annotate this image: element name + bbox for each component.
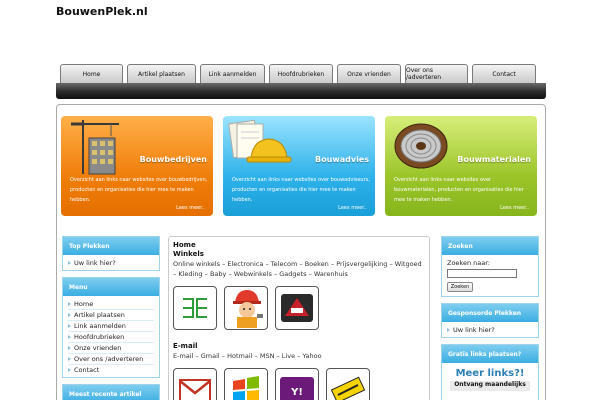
feature-description: Overzicht aan links naar websites over b… bbox=[394, 177, 524, 203]
nav-tab-contact[interactable]: Contact bbox=[472, 64, 536, 83]
bullet-icon bbox=[447, 328, 450, 332]
gmail-tile[interactable] bbox=[173, 368, 217, 400]
feature-title[interactable]: Bouwbedrijven bbox=[140, 155, 207, 164]
site-title[interactable]: BouwenPlek.nl bbox=[56, 5, 148, 18]
crane-building-icon bbox=[71, 120, 119, 175]
svg-text:Y!: Y! bbox=[290, 387, 303, 398]
nav-tab-link-aanmelden[interactable]: Link aanmelden bbox=[200, 64, 265, 83]
free-links-box: Gratis links plaatsen? Meer links?! Ontv… bbox=[441, 344, 539, 400]
feature-description: Overzicht aan links naar websites over b… bbox=[70, 177, 208, 203]
list-item[interactable]: Uw link hier? bbox=[68, 258, 154, 268]
left-sidebar: Top Plekken Uw link hier? Menu Home Arti… bbox=[62, 236, 160, 400]
feature-title[interactable]: Bouwmaterialen bbox=[457, 155, 531, 164]
read-more-link[interactable]: Lees meer.. bbox=[176, 205, 205, 211]
email-tiles: Y! bbox=[173, 368, 425, 400]
bullet-icon bbox=[68, 335, 71, 339]
windows-icon bbox=[233, 376, 259, 400]
winkels-tiles bbox=[173, 286, 425, 330]
gmail-icon bbox=[179, 379, 211, 400]
menu-item-link-aanmelden[interactable]: Link aanmelden bbox=[68, 321, 154, 332]
windows-tile[interactable] bbox=[224, 368, 268, 400]
main-content: Home Winkels Online winkels – Electronic… bbox=[168, 236, 430, 400]
promo-subline: Ontvang maandelijks bbox=[450, 381, 530, 391]
bullet-icon bbox=[68, 368, 71, 372]
right-sidebar: Zoeken Zoeken naar: Zoeken Gesponsorde P… bbox=[441, 236, 539, 400]
nav-tabs: Home Artikel plaatsen Link aanmelden Hoo… bbox=[56, 64, 546, 83]
hardhat-documents-icon bbox=[228, 119, 292, 163]
menu-item-home[interactable]: Home bbox=[68, 299, 154, 310]
menu-item-label[interactable]: Hoofdrubrieken bbox=[74, 332, 124, 342]
menu-item-label[interactable]: Home bbox=[74, 299, 93, 309]
list-item[interactable]: Uw link hier? bbox=[447, 325, 533, 335]
recent-articles-box: Meest recente artikel bbox=[62, 384, 160, 400]
section-title-winkels: Winkels bbox=[173, 250, 204, 258]
feature-bouwadvies[interactable]: Bouwadvies Overzicht aan links naar webs… bbox=[223, 116, 375, 216]
main-navigation: Home Artikel plaatsen Link aanmelden Hoo… bbox=[56, 64, 546, 99]
menu-heading: Menu bbox=[63, 278, 159, 296]
page-title: Home bbox=[173, 241, 196, 249]
link-label[interactable]: Uw link hier? bbox=[74, 258, 116, 268]
cable-reel-icon bbox=[394, 123, 448, 169]
worker-cartoon-icon bbox=[233, 290, 263, 328]
read-more-link[interactable]: Lees meer.. bbox=[500, 205, 529, 211]
menu-list: Home Artikel plaatsen Link aanmelden Hoo… bbox=[63, 296, 159, 377]
search-label: Zoeken naar: bbox=[447, 259, 490, 267]
free-links-heading: Gratis links plaatsen? bbox=[442, 345, 538, 363]
menu-item-label[interactable]: Artikel plaatsen bbox=[74, 310, 125, 320]
search-box: Zoeken Zoeken naar: Zoeken bbox=[441, 236, 539, 297]
bullet-icon bbox=[68, 302, 71, 306]
nav-tab-over-ons[interactable]: Over ons /adverteren bbox=[405, 64, 468, 83]
worker-cartoon-tile[interactable] bbox=[224, 286, 268, 330]
yahoo-icon: Y! bbox=[280, 377, 314, 400]
bullet-icon bbox=[68, 357, 71, 361]
search-heading: Zoeken bbox=[442, 237, 538, 255]
read-more-link[interactable]: Lees meer.. bbox=[338, 205, 367, 211]
sponsored-list: Uw link hier? bbox=[442, 322, 538, 337]
menu-item-artikel-plaatsen[interactable]: Artikel plaatsen bbox=[68, 310, 154, 321]
bullet-icon bbox=[68, 324, 71, 328]
nav-tab-onze-vrienden[interactable]: Onze vrienden bbox=[337, 64, 401, 83]
menu-item-label[interactable]: Onze vrienden bbox=[74, 343, 121, 353]
xs4all-icon bbox=[330, 376, 366, 400]
menu-box: Menu Home Artikel plaatsen Link aanmelde… bbox=[62, 277, 160, 378]
promo-headline: Meer links?! bbox=[455, 368, 525, 379]
promo-banner[interactable]: Meer links?! Ontvang maandelijks bbox=[442, 363, 538, 400]
feature-bouwmaterialen[interactable]: Bouwmaterialen Overzicht aan links naar … bbox=[385, 116, 537, 216]
ee-logo-tile[interactable] bbox=[173, 286, 217, 330]
recent-articles-heading: Meest recente artikel bbox=[63, 385, 159, 400]
nav-tab-home[interactable]: Home bbox=[60, 64, 123, 83]
menu-item-label[interactable]: Over ons /adverteren bbox=[74, 354, 143, 364]
section-title-email: E-mail bbox=[173, 342, 198, 350]
xs4all-tile[interactable] bbox=[326, 368, 370, 400]
menu-item-hoofdrubrieken[interactable]: Hoofdrubrieken bbox=[68, 332, 154, 343]
yahoo-tile[interactable]: Y! bbox=[275, 368, 319, 400]
feature-title[interactable]: Bouwadvies bbox=[315, 155, 369, 164]
nav-bar bbox=[56, 83, 546, 99]
email-links[interactable]: E-mail – Gmail – Hotmail – MSN – Live – … bbox=[173, 351, 425, 361]
dark-logo-tile[interactable] bbox=[275, 286, 319, 330]
search-input[interactable] bbox=[447, 269, 517, 278]
feature-bouwbedrijven[interactable]: Bouwbedrijven Overzicht aan links naar w… bbox=[61, 116, 213, 216]
sponsored-box: Gesponsorde Plekken Uw link hier? bbox=[441, 303, 539, 338]
winkels-links[interactable]: Online winkels – Electronica – Telecom –… bbox=[173, 259, 425, 279]
menu-item-contact[interactable]: Contact bbox=[68, 365, 154, 375]
dark-logo-icon bbox=[281, 294, 313, 322]
sponsored-heading: Gesponsorde Plekken bbox=[442, 304, 538, 322]
bullet-icon bbox=[68, 346, 71, 350]
menu-item-label[interactable]: Contact bbox=[74, 365, 99, 375]
menu-item-label[interactable]: Link aanmelden bbox=[74, 321, 126, 331]
nav-tab-artikel-plaatsen[interactable]: Artikel plaatsen bbox=[127, 64, 196, 83]
feature-description: Overzicht aan links naar websites over b… bbox=[232, 177, 370, 203]
bullet-icon bbox=[68, 313, 71, 317]
link-label[interactable]: Uw link hier? bbox=[453, 325, 495, 335]
bullet-icon bbox=[68, 261, 71, 265]
top-plekken-list: Uw link hier? bbox=[63, 255, 159, 270]
search-button[interactable]: Zoeken bbox=[447, 282, 473, 292]
nav-tab-hoofdrubrieken[interactable]: Hoofdrubrieken bbox=[269, 64, 333, 83]
menu-item-over-ons[interactable]: Over ons /adverteren bbox=[68, 354, 154, 365]
top-plekken-box: Top Plekken Uw link hier? bbox=[62, 236, 160, 271]
top-plekken-heading: Top Plekken bbox=[63, 237, 159, 255]
ee-logo-icon bbox=[183, 298, 207, 318]
menu-item-onze-vrienden[interactable]: Onze vrienden bbox=[68, 343, 154, 354]
